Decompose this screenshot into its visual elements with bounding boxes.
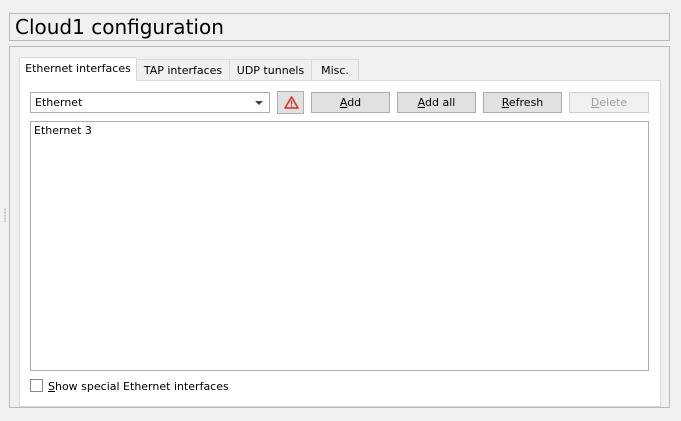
tab-label: TAP interfaces bbox=[143, 64, 223, 77]
delete-button-label: elete bbox=[599, 96, 628, 109]
combo-selected-value: Ethernet bbox=[35, 96, 83, 109]
refresh-button-mnemonic: R bbox=[501, 96, 509, 109]
tab-tap-interfaces[interactable]: TAP interfaces bbox=[136, 59, 230, 80]
page-title: Cloud1 configuration bbox=[15, 15, 224, 39]
add-all-button-mnemonic: A bbox=[417, 96, 425, 109]
add-all-button-label: dd all bbox=[425, 96, 456, 109]
add-all-button[interactable]: Add all bbox=[397, 92, 476, 113]
tab-udp-tunnels[interactable]: UDP tunnels bbox=[229, 59, 312, 80]
tab-label: UDP tunnels bbox=[236, 64, 305, 77]
interfaces-list[interactable]: Ethernet 3 bbox=[30, 121, 649, 371]
show-special-label-text: how special Ethernet interfaces bbox=[54, 380, 229, 393]
add-button[interactable]: Add bbox=[311, 92, 390, 113]
refresh-button[interactable]: Refresh bbox=[483, 92, 562, 113]
tab-ethernet-interfaces[interactable]: Ethernet interfaces bbox=[19, 57, 137, 81]
show-special-checkbox[interactable] bbox=[30, 379, 43, 392]
title-frame: Cloud1 configuration bbox=[9, 13, 670, 41]
delete-button[interactable]: Delete bbox=[569, 92, 649, 113]
add-button-label: dd bbox=[347, 96, 362, 109]
chevron-down-icon bbox=[255, 101, 263, 105]
refresh-button-label: efresh bbox=[508, 96, 544, 109]
tab-misc[interactable]: Misc. bbox=[311, 59, 359, 80]
show-special-label[interactable]: Show special Ethernet interfaces bbox=[48, 380, 229, 393]
tab-label: Ethernet interfaces bbox=[25, 62, 131, 75]
show-special-mnemonic: S bbox=[48, 380, 55, 393]
warning-triangle-icon bbox=[284, 96, 299, 109]
splitter-handle[interactable] bbox=[4, 208, 6, 222]
warning-button[interactable] bbox=[277, 91, 304, 114]
ethernet-interface-combo[interactable]: Ethernet bbox=[30, 92, 270, 113]
tab-label: Misc. bbox=[321, 64, 349, 77]
list-item[interactable]: Ethernet 3 bbox=[34, 124, 92, 138]
